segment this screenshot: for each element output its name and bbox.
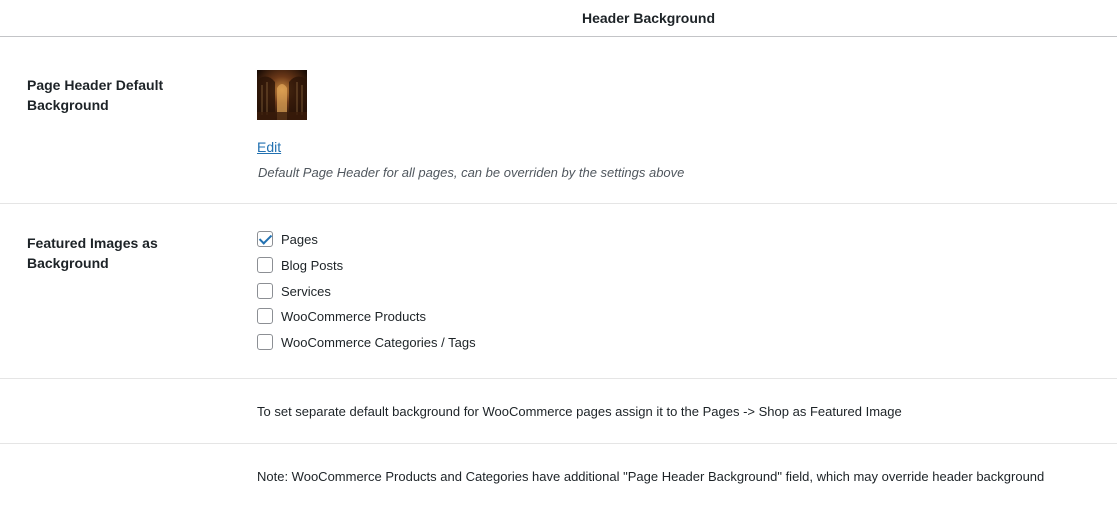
default-background-label: Page Header Default Background: [27, 77, 164, 113]
checkbox-label: WooCommerce Categories / Tags: [281, 334, 476, 350]
background-image-thumbnail[interactable]: [257, 70, 307, 120]
default-background-description: Default Page Header for all pages, can b…: [258, 165, 685, 180]
featured-images-label: Featured Images as Background: [27, 235, 158, 271]
section-header: Header Background: [0, 0, 1117, 37]
checkbox-unchecked-icon[interactable]: [257, 283, 273, 299]
checkbox-label: Services: [281, 283, 331, 299]
checkbox-label: WooCommerce Products: [281, 308, 426, 324]
checkbox-unchecked-icon[interactable]: [257, 308, 273, 324]
checkbox-blog-posts[interactable]: Blog Posts: [257, 256, 343, 274]
checkbox-label: Pages: [281, 231, 318, 247]
checkbox-checked-icon[interactable]: [257, 231, 273, 247]
products-note: Note: WooCommerce Products and Categorie…: [257, 469, 1045, 484]
checkbox-pages[interactable]: Pages: [257, 230, 318, 248]
checkbox-unchecked-icon[interactable]: [257, 334, 273, 350]
checkbox-woocommerce-categories-tags[interactable]: WooCommerce Categories / Tags: [257, 333, 476, 351]
shop-note: To set separate default background for W…: [257, 404, 902, 419]
checkbox-unchecked-icon[interactable]: [257, 257, 273, 273]
edit-image-link[interactable]: Edit: [257, 139, 281, 155]
section-title: Header Background: [581, 10, 716, 26]
featured-images-row: Featured Images as Background: [0, 204, 1117, 379]
checkbox-woocommerce-products[interactable]: WooCommerce Products: [257, 307, 426, 325]
checkbox-label: Blog Posts: [281, 257, 344, 273]
checkbox-services[interactable]: Services: [257, 282, 331, 300]
